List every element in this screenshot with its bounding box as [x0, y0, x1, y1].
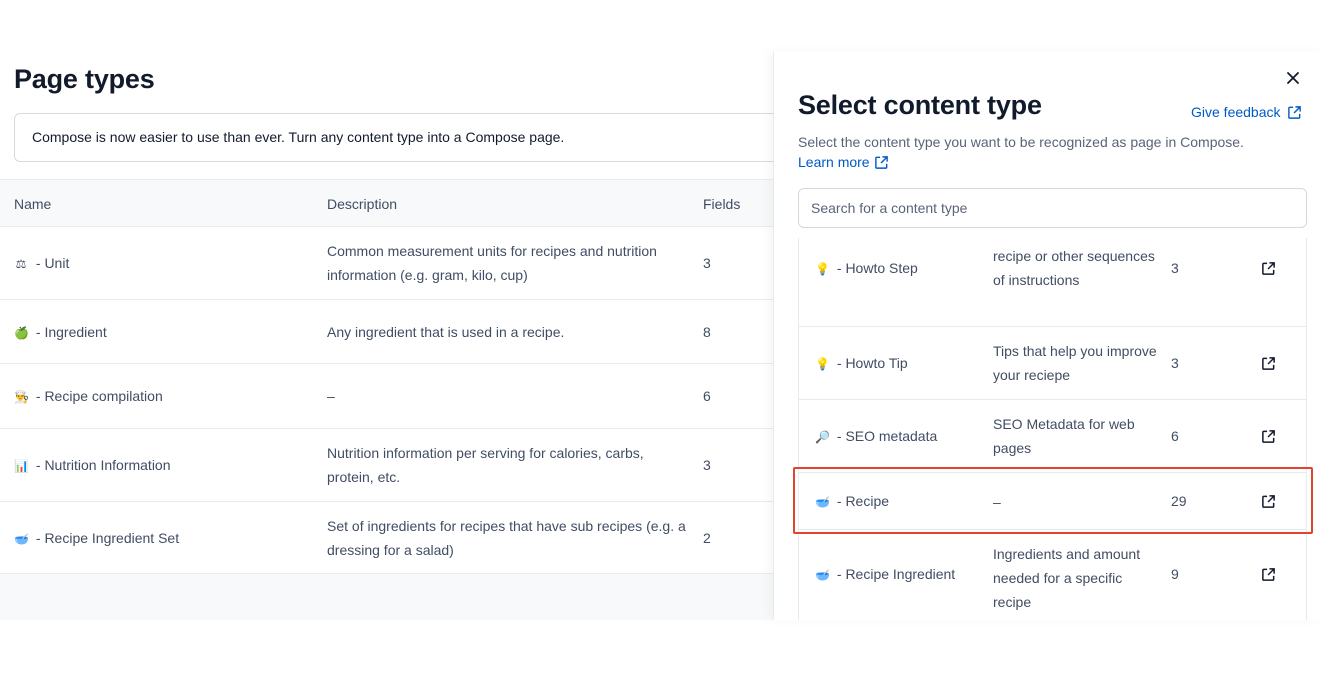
panel-title: Select content type [798, 90, 1042, 120]
item-description: Tips that help you improve your reciepe [993, 343, 1157, 383]
item-fields: 6 [1171, 428, 1179, 444]
item-description: recipe or other sequences of instruction… [993, 248, 1155, 288]
row-name: 👨‍🍳 - Recipe compilation [14, 388, 163, 404]
row-name: 📊 - Nutrition Information [14, 457, 171, 473]
row-description: Any ingredient that is used in a recipe. [327, 324, 565, 340]
row-fields: 3 [703, 457, 711, 473]
bowl-icon: 🥣 [14, 532, 29, 546]
external-link-icon [1261, 261, 1275, 275]
external-link-icon [1261, 356, 1275, 370]
item-name: 💡 - Howto Tip [815, 355, 908, 371]
open-content-type-button[interactable] [1259, 565, 1277, 583]
lightbulb-icon: 💡 [815, 357, 830, 371]
row-description: Set of ingredients for recipes that have… [327, 518, 686, 558]
external-link-icon [874, 155, 888, 169]
column-header-name[interactable]: Name [14, 196, 51, 212]
item-name: 🥣 - Recipe Ingredient [815, 566, 956, 582]
close-icon [1287, 72, 1299, 84]
external-link-icon [1261, 567, 1275, 581]
select-content-type-panel: Select content type Give feedback Select… [773, 52, 1320, 620]
magnifier-icon: 🔎 [815, 430, 830, 444]
bowl-icon: 🥣 [815, 568, 830, 582]
external-link-icon [1261, 494, 1275, 508]
list-item[interactable]: 💡 - Howto Tip Tips that help you improve… [799, 327, 1306, 400]
row-fields: 8 [703, 324, 711, 340]
item-description: SEO Metadata for web pages [993, 416, 1135, 456]
item-fields: 9 [1171, 566, 1179, 582]
open-content-type-button[interactable] [1259, 427, 1277, 445]
row-name: 🍏 - Ingredient [14, 324, 107, 340]
learn-more-link[interactable]: Learn more [798, 154, 889, 170]
item-name: 🥣 - Recipe [815, 493, 890, 509]
row-name: 🥣 - Recipe Ingredient Set [14, 530, 180, 546]
close-button[interactable] [1282, 67, 1304, 89]
give-feedback-link[interactable]: Give feedback [1191, 104, 1302, 120]
panel-description: Select the content type you want to be r… [798, 134, 1244, 150]
list-item[interactable]: 🔎 - SEO metadata SEO Metadata for web pa… [799, 400, 1306, 473]
row-description: – [327, 388, 335, 404]
list-item[interactable]: 🥣 - Recipe Ingredient Ingredients and am… [799, 530, 1306, 620]
content-type-search-input[interactable] [798, 188, 1307, 228]
row-fields: 6 [703, 388, 711, 404]
item-name: 🔎 - SEO metadata [815, 428, 938, 444]
lightbulb-icon: 💡 [815, 262, 830, 276]
column-header-description[interactable]: Description [327, 196, 397, 212]
give-feedback-label: Give feedback [1191, 104, 1281, 120]
open-content-type-button[interactable] [1259, 354, 1277, 372]
bar-chart-icon: 📊 [14, 459, 29, 473]
chef-icon: 👨‍🍳 [14, 390, 29, 404]
row-description: Common measurement units for recipes and… [327, 243, 657, 283]
bowl-icon: 🥣 [815, 495, 830, 509]
item-fields: 29 [1171, 493, 1187, 509]
compose-notice: Compose is now easier to use than ever. … [14, 113, 834, 162]
row-fields: 2 [703, 530, 711, 546]
row-fields: 3 [703, 255, 711, 271]
item-fields: 3 [1171, 260, 1179, 276]
list-item[interactable]: 🥣 - Recipe – 29 [799, 473, 1306, 530]
item-description: – [993, 494, 1001, 510]
learn-more-label: Learn more [798, 154, 870, 170]
item-name: 💡 - Howto Step [815, 260, 918, 276]
scale-icon: ⚖ [15, 257, 27, 271]
content-type-list: 💡 - Howto Step recipe or other sequences… [798, 238, 1307, 620]
open-content-type-button[interactable] [1259, 492, 1277, 510]
column-header-fields[interactable]: Fields [703, 196, 740, 212]
external-link-icon [1287, 105, 1301, 119]
item-description: Ingredients and amount needed for a spec… [993, 546, 1141, 610]
page-title: Page types [14, 64, 155, 94]
row-name: ⚖ - Unit [15, 255, 70, 271]
apple-icon: 🍏 [14, 326, 29, 340]
item-fields: 3 [1171, 355, 1179, 371]
row-description: Nutrition information per serving for ca… [327, 445, 644, 485]
list-item[interactable]: 💡 - Howto Step recipe or other sequences… [799, 238, 1306, 327]
external-link-icon [1261, 429, 1275, 443]
open-content-type-button[interactable] [1259, 259, 1277, 277]
